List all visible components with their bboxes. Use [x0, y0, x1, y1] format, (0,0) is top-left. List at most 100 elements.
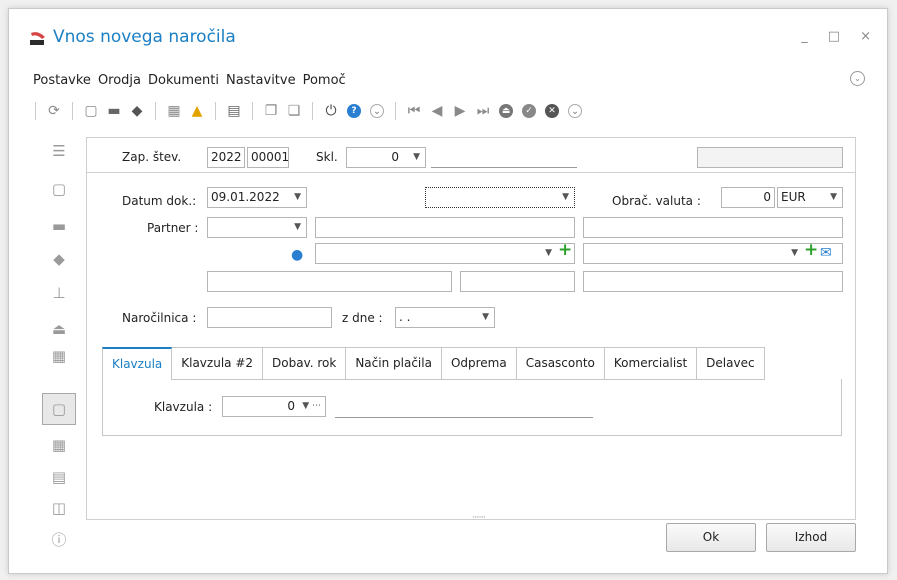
contact-dropdown[interactable]: ▼ [315, 243, 575, 264]
toolbar-separator [35, 102, 36, 120]
calendar-side-icon[interactable]: ▦ [39, 340, 79, 372]
columns-side-icon[interactable]: ◫ [39, 492, 79, 524]
status-field [697, 147, 843, 168]
previous-record-icon[interactable]: ◀ [428, 102, 446, 120]
chevron-down-icon: ▼ [830, 192, 837, 202]
next-record-icon[interactable]: ▶ [451, 102, 469, 120]
window-title: Vnos novega naročila [53, 27, 236, 47]
eraser-side-icon[interactable]: ◆ [39, 243, 79, 275]
more-icon[interactable]: ⌄ [566, 102, 584, 120]
hamburger-menu-icon[interactable]: ☰ [39, 135, 79, 167]
print-icon[interactable]: ▤ [225, 102, 243, 120]
new-document-icon[interactable]: ▢ [82, 102, 100, 120]
chevron-down-icon: ▼ [482, 312, 489, 322]
currency-value: EUR [781, 190, 806, 204]
expand-icon[interactable]: ⌄ [368, 102, 386, 120]
zap-number-field[interactable]: 00001 [247, 147, 289, 168]
copy-icon[interactable]: ❐ [262, 102, 280, 120]
chevron-down-icon: ▼ [791, 248, 798, 258]
tab-klavzula-2[interactable]: Klavzula #2 [172, 347, 264, 380]
tab-casasconto[interactable]: Casasconto [516, 347, 605, 380]
type-dropdown[interactable]: ▼ [425, 187, 575, 208]
datum-field[interactable]: 09.01.2022 ▼ [207, 187, 307, 208]
address-field-1[interactable] [207, 271, 452, 292]
minimize-button[interactable]: _ [801, 29, 808, 44]
table-search-side-icon[interactable]: ▦ [39, 429, 79, 461]
partner-name-field[interactable] [315, 217, 575, 238]
tab-klavzula[interactable]: Klavzula [102, 347, 173, 380]
menu-nastavitve[interactable]: Nastavitve [226, 73, 296, 88]
klavzula-dropdown[interactable]: 0 ▼ ⋯ [222, 396, 326, 417]
menu-postavke[interactable]: Postavke [33, 73, 91, 88]
confirm-icon[interactable]: ✓ [520, 102, 538, 120]
exit-button[interactable]: Izhod [766, 523, 856, 552]
narocilnica-label: Naročilnica : [122, 311, 197, 325]
menu-dokumenti[interactable]: Dokumenti [148, 73, 219, 88]
new-record-side-icon[interactable]: ▢ [42, 393, 76, 425]
app-logo-icon [30, 32, 45, 45]
tab-odprema[interactable]: Odprema [441, 347, 517, 380]
menu-orodja[interactable]: Orodja [98, 73, 141, 88]
calculator-icon[interactable]: ▦ [165, 102, 183, 120]
help-icon[interactable]: ? [345, 102, 363, 120]
chevron-down-icon: ▼ [413, 152, 420, 162]
close-button[interactable]: × [860, 29, 871, 44]
zap-label: Zap. štev. [122, 150, 182, 164]
datum-value: 09.01.2022 [211, 190, 280, 204]
last-record-icon[interactable]: ⏭ [474, 102, 492, 120]
refresh-icon[interactable]: ⟳ [45, 102, 63, 120]
zdne-date-field[interactable]: . . ▼ [395, 307, 495, 328]
klavzula-label: Klavzula : [154, 400, 213, 414]
info-side-icon[interactable]: ⓘ [39, 523, 79, 555]
chevron-down-icon: ▼ [294, 222, 301, 232]
split-side-icon[interactable]: ⊥ [39, 277, 79, 309]
chevron-more-icon: ▼ ⋯ [302, 401, 321, 411]
partner-label: Partner : [147, 221, 199, 235]
zdne-value: . . [399, 310, 411, 324]
menubar: Postavke Orodja Dokumenti Nastavitve Pom… [33, 73, 346, 88]
skl-dropdown[interactable]: 0 ▼ [346, 147, 426, 168]
obrac-label: Obrač. valuta : [612, 194, 701, 208]
partner-dropdown[interactable]: ▼ [207, 217, 307, 238]
currency-dropdown[interactable]: EUR ▼ [777, 187, 843, 208]
tab-delavec[interactable]: Delavec [697, 347, 765, 380]
maximize-button[interactable]: □ [828, 29, 840, 44]
address-field-2[interactable] [460, 271, 575, 292]
print-side-icon[interactable]: ▤ [39, 461, 79, 493]
ok-button[interactable]: Ok [666, 523, 756, 552]
tab-nacin-placila[interactable]: Način plačila [346, 347, 442, 380]
tab-bar: Klavzula Klavzula #2 Dobav. rok Način pl… [102, 347, 765, 380]
narocilnica-field[interactable] [207, 307, 332, 328]
order-entry-window: Vnos novega naročila _ □ × Postavke Orod… [8, 8, 888, 574]
mail-add-icon[interactable]: ✉ [820, 245, 832, 261]
power-icon[interactable]: ⏻ [322, 102, 340, 120]
paste-icon[interactable]: ❏ [285, 102, 303, 120]
tab-panel [102, 379, 842, 436]
datum-label: Datum dok.: [122, 194, 197, 208]
toolbar-separator [395, 102, 396, 120]
cancel-icon[interactable]: ✕ [543, 102, 561, 120]
person-icon[interactable]: ● [291, 247, 303, 263]
eraser-icon[interactable]: ◆ [128, 102, 146, 120]
resize-grip-icon[interactable]: ······· [472, 513, 486, 523]
address-field-3[interactable] [583, 271, 843, 292]
toolbar-separator [72, 102, 73, 120]
partner-info-field[interactable] [583, 217, 843, 238]
tab-komercialist[interactable]: Komercialist [604, 347, 698, 380]
menu-pomoc[interactable]: Pomoč [303, 73, 346, 88]
toolbar-separator [312, 102, 313, 120]
obrac-value-field[interactable]: 0 [721, 187, 775, 208]
new-document-side-icon[interactable]: ▢ [39, 173, 79, 205]
chevron-down-icon: ▼ [294, 192, 301, 202]
first-record-icon[interactable]: ⏮ [405, 102, 423, 120]
eject-icon[interactable]: ⏏ [497, 102, 515, 120]
add-address-icon[interactable]: + [804, 240, 818, 260]
collapse-menu-icon[interactable]: ⌄ [850, 71, 865, 86]
lock-icon[interactable]: ▲ [188, 102, 206, 120]
folder-icon[interactable]: ▬ [105, 102, 123, 120]
zap-year-field[interactable]: 2022 [207, 147, 245, 168]
tab-dobav-rok[interactable]: Dobav. rok [263, 347, 347, 380]
toolbar-separator [155, 102, 156, 120]
folder-side-icon[interactable]: ▬ [39, 210, 79, 242]
add-contact-icon[interactable]: + [558, 240, 572, 260]
